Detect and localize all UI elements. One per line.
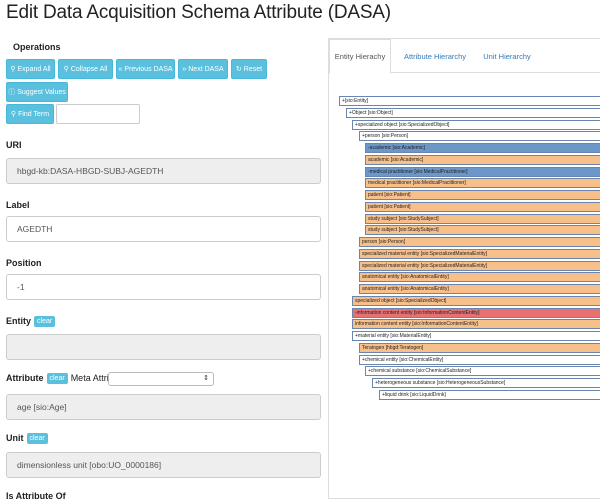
tree-node[interactable]: +Object [sio:Object]	[346, 107, 600, 118]
search-icon: ⚲	[10, 111, 17, 118]
suggest-values-button[interactable]: ⓘ Suggest Values	[6, 82, 68, 102]
unit-label-row: Unit clear	[6, 433, 48, 445]
uri-field[interactable]: hbgd-kb:DASA-HBGD-SUBJ-AGEDTH	[6, 158, 321, 184]
tree-node[interactable]: +liquid drink [sio:LiquidDrink]	[379, 389, 600, 400]
entity-label-row: Entity clear	[6, 316, 56, 328]
tree-node[interactable]: +material entity [sio:MaterialEntity]	[352, 331, 600, 341]
uri-label: URI	[6, 140, 22, 150]
tree-node[interactable]: patient [sio:Patient]	[365, 201, 600, 212]
tree-node[interactable]: +chemical entity [sio:ChemicalEntity]	[359, 354, 600, 365]
tree-node[interactable]: -information content entity [sio:Informa…	[352, 307, 600, 318]
tree-node[interactable]: patient [sio:Patient]	[365, 190, 600, 200]
tree-node[interactable]: Teratogen [hbgd:Teratogen]	[359, 342, 600, 353]
chevron-updown-icon: ⇕	[203, 375, 209, 382]
find-term-input[interactable]	[56, 104, 140, 124]
expand-all-button[interactable]: ⚲ Expand All	[6, 59, 55, 79]
entity-field[interactable]	[6, 334, 321, 360]
reset-button[interactable]: ↻ Reset	[231, 59, 267, 79]
page-title: Edit Data Acquisition Schema Attribute (…	[6, 2, 391, 23]
tree-node[interactable]: specialized material entity [sio:Special…	[359, 248, 600, 259]
label-label: Label	[6, 200, 30, 210]
unit-label: Unit	[6, 433, 24, 443]
tree-node[interactable]: person [sio:Person]	[359, 237, 600, 247]
unit-field[interactable]: dimensionless unit [obo:UO_0000186]	[6, 452, 321, 478]
tree-node[interactable]: anatomical entity [sio:AnatomicalEntity]	[359, 272, 600, 283]
tree-node[interactable]: academic [sio:Academic]	[365, 154, 600, 165]
attribute-field[interactable]: age [sio:Age]	[6, 394, 321, 420]
attribute-label: Attribute	[6, 373, 44, 383]
tree-node[interactable]: +heterogeneous substance [sio:Heterogene…	[372, 378, 600, 388]
tab-entity-hierarchy[interactable]: Entity Hierachy	[329, 39, 391, 74]
hierarchy-panel: Entity Hierachy Attribute Hierarchy Unit…	[328, 38, 600, 499]
tab-attribute-hierarchy[interactable]: Attribute Hierarchy	[397, 39, 473, 73]
unit-clear-button[interactable]: clear	[26, 433, 48, 445]
next-dasa-button[interactable]: » Next DASA	[178, 59, 228, 79]
refresh-icon: ↻	[235, 66, 242, 73]
info-icon: ⓘ	[8, 89, 16, 96]
tree-node[interactable]: specialized material entity [sio:Special…	[359, 260, 600, 271]
hierarchy-tabs: Entity Hierachy Attribute Hierarchy Unit…	[329, 39, 600, 74]
search-icon: ⚲	[63, 66, 69, 73]
is-attribute-of-label: Is Attribute Of	[6, 491, 66, 501]
tree-node[interactable]: -academic [sio:Academic]	[365, 143, 600, 153]
attribute-clear-button[interactable]: clear	[46, 373, 68, 385]
tree-node[interactable]: +specialized object [sio:SpecializedObje…	[352, 119, 600, 130]
tab-unit-hierarchy[interactable]: Unit Hierarchy	[479, 39, 535, 73]
entity-label: Entity	[6, 316, 32, 326]
collapse-all-button[interactable]: ⚲ Collapse All	[58, 59, 113, 79]
entity-tree: +[sio:Entity] +Object [sio:Object] +specia…	[339, 96, 600, 500]
meta-attribute-select[interactable]: ⇕	[108, 372, 214, 386]
search-icon: ⚲	[10, 66, 16, 73]
tree-node[interactable]: +person [sio:Person]	[359, 131, 600, 142]
tree-node[interactable]: study subject [sio:StudySubject]	[365, 213, 600, 224]
position-field[interactable]: -1	[6, 274, 321, 300]
tree-node[interactable]: +chemical substance [sio:ChemicalSubstan…	[365, 366, 600, 377]
tree-node[interactable]: +[sio:Entity]	[339, 96, 600, 106]
tree-node[interactable]: study subject [sio:StudySubject]	[365, 225, 600, 236]
position-label: Position	[6, 258, 42, 268]
previous-dasa-button[interactable]: « Previous DASA	[116, 59, 175, 79]
forward-icon: »	[182, 65, 187, 73]
tree-node[interactable]: specialized object [sio:SpecializedObjec…	[352, 295, 600, 306]
find-term-button[interactable]: ⚲ Find Term	[6, 104, 54, 124]
tree-node[interactable]: -medical practitioner [sio:MedicalPracti…	[365, 166, 600, 177]
tree-node[interactable]: medical practitioner [sio:MedicalPractit…	[365, 178, 600, 189]
tree-node[interactable]: information content entity [sio:Informat…	[352, 319, 600, 330]
backward-icon: «	[118, 65, 123, 73]
entity-clear-button[interactable]: clear	[34, 316, 56, 328]
label-field[interactable]: AGEDTH	[6, 216, 321, 242]
tree-node[interactable]: anatomical entity [sio:AnatomicalEntity]	[359, 284, 600, 294]
operations-label: Operations	[13, 42, 61, 52]
